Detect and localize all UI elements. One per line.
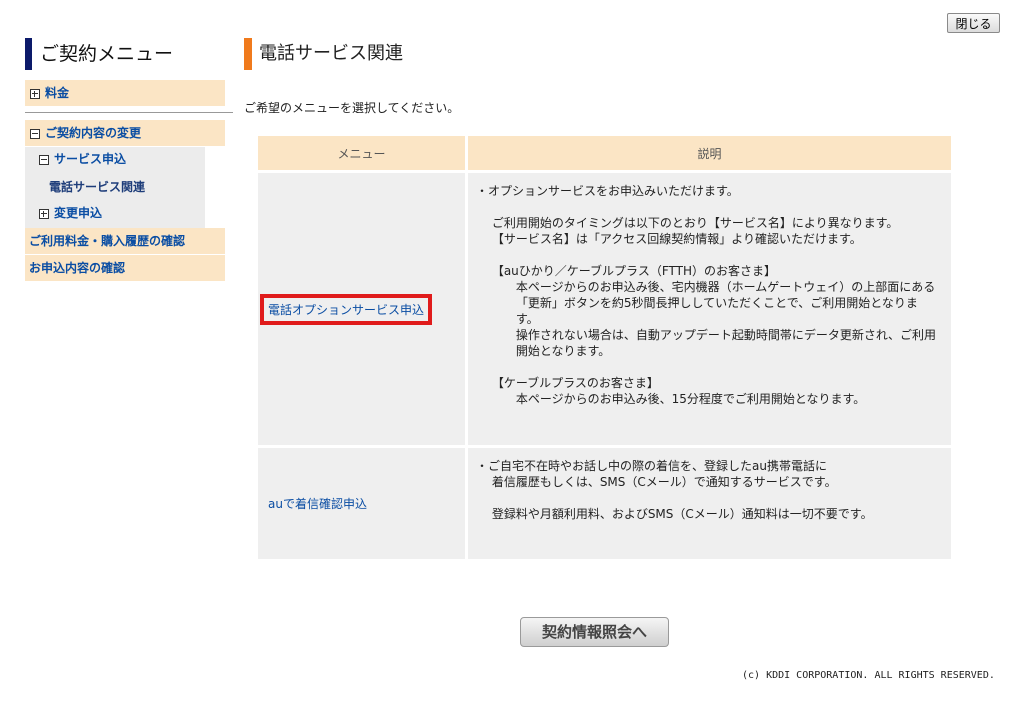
sidebar-item-application-check[interactable]: お申込内容の確認	[25, 255, 225, 281]
description-text: ・オプションサービスをお申込みいただけます。 ご利用開始のタイミングは以下のとお…	[476, 184, 936, 406]
copyright: (c) KDDI CORPORATION. ALL RIGHTS RESERVE…	[742, 670, 995, 681]
close-button[interactable]: 閉じる	[947, 13, 1000, 33]
table-row: 電話オプションサービス申込 ・オプションサービスをお申込みいただけます。 ご利用…	[258, 173, 951, 445]
phone-option-service-link[interactable]: 電話オプションサービス申込	[268, 303, 424, 317]
sidebar-item-change-apply[interactable]: 変更申込	[39, 203, 102, 223]
sidebar-item-phone-service[interactable]: 電話サービス関連	[49, 177, 145, 197]
plus-icon	[39, 208, 49, 219]
plus-icon	[30, 88, 40, 99]
minus-icon	[39, 154, 49, 165]
column-header-description: 説明	[468, 136, 951, 170]
page-title: 電話サービス関連	[244, 38, 403, 70]
minus-icon	[30, 128, 40, 139]
table-row: auで着信確認申込 ・ご自宅不在時やお話し中の際の着信を、登録したau携帯電話に…	[258, 448, 951, 559]
sidebar-item-contract-change[interactable]: ご契約内容の変更	[25, 120, 225, 146]
sidebar-item-label: 料金	[45, 86, 70, 100]
sidebar-title: ご契約メニュー	[25, 38, 225, 70]
contract-info-button[interactable]: 契約情報照会へ	[520, 617, 669, 647]
sidebar-item-service-apply[interactable]: サービス申込	[39, 149, 126, 169]
sidebar-item-label: 変更申込	[54, 206, 103, 220]
menu-cell: 電話オプションサービス申込	[258, 173, 465, 445]
sidebar-item-label: サービス申込	[54, 152, 127, 166]
description-cell: ・オプションサービスをお申込みいただけます。 ご利用開始のタイミングは以下のとお…	[468, 173, 951, 445]
sidebar-item-fees[interactable]: 料金	[25, 80, 225, 106]
highlight-box: 電話オプションサービス申込	[260, 293, 432, 325]
menu-table: メニュー 説明 電話オプションサービス申込 ・オプションサービスをお申込みいただ…	[255, 133, 954, 562]
menu-cell: auで着信確認申込	[258, 448, 465, 559]
sidebar-item-usage-history[interactable]: ご利用料金・購入履歴の確認	[25, 228, 225, 254]
au-call-check-link[interactable]: auで着信確認申込	[268, 497, 367, 511]
description-cell: ・ご自宅不在時やお話し中の際の着信を、登録したau携帯電話に 着信履歴もしくは、…	[468, 448, 951, 559]
column-header-menu: メニュー	[258, 136, 465, 170]
description-text: ・ご自宅不在時やお話し中の際の着信を、登録したau携帯電話に 着信履歴もしくは、…	[476, 459, 873, 521]
instruction-text: ご希望のメニューを選択してください。	[244, 101, 460, 115]
sidebar-item-label: ご契約内容の変更	[45, 126, 142, 140]
sidebar-divider	[25, 112, 233, 113]
